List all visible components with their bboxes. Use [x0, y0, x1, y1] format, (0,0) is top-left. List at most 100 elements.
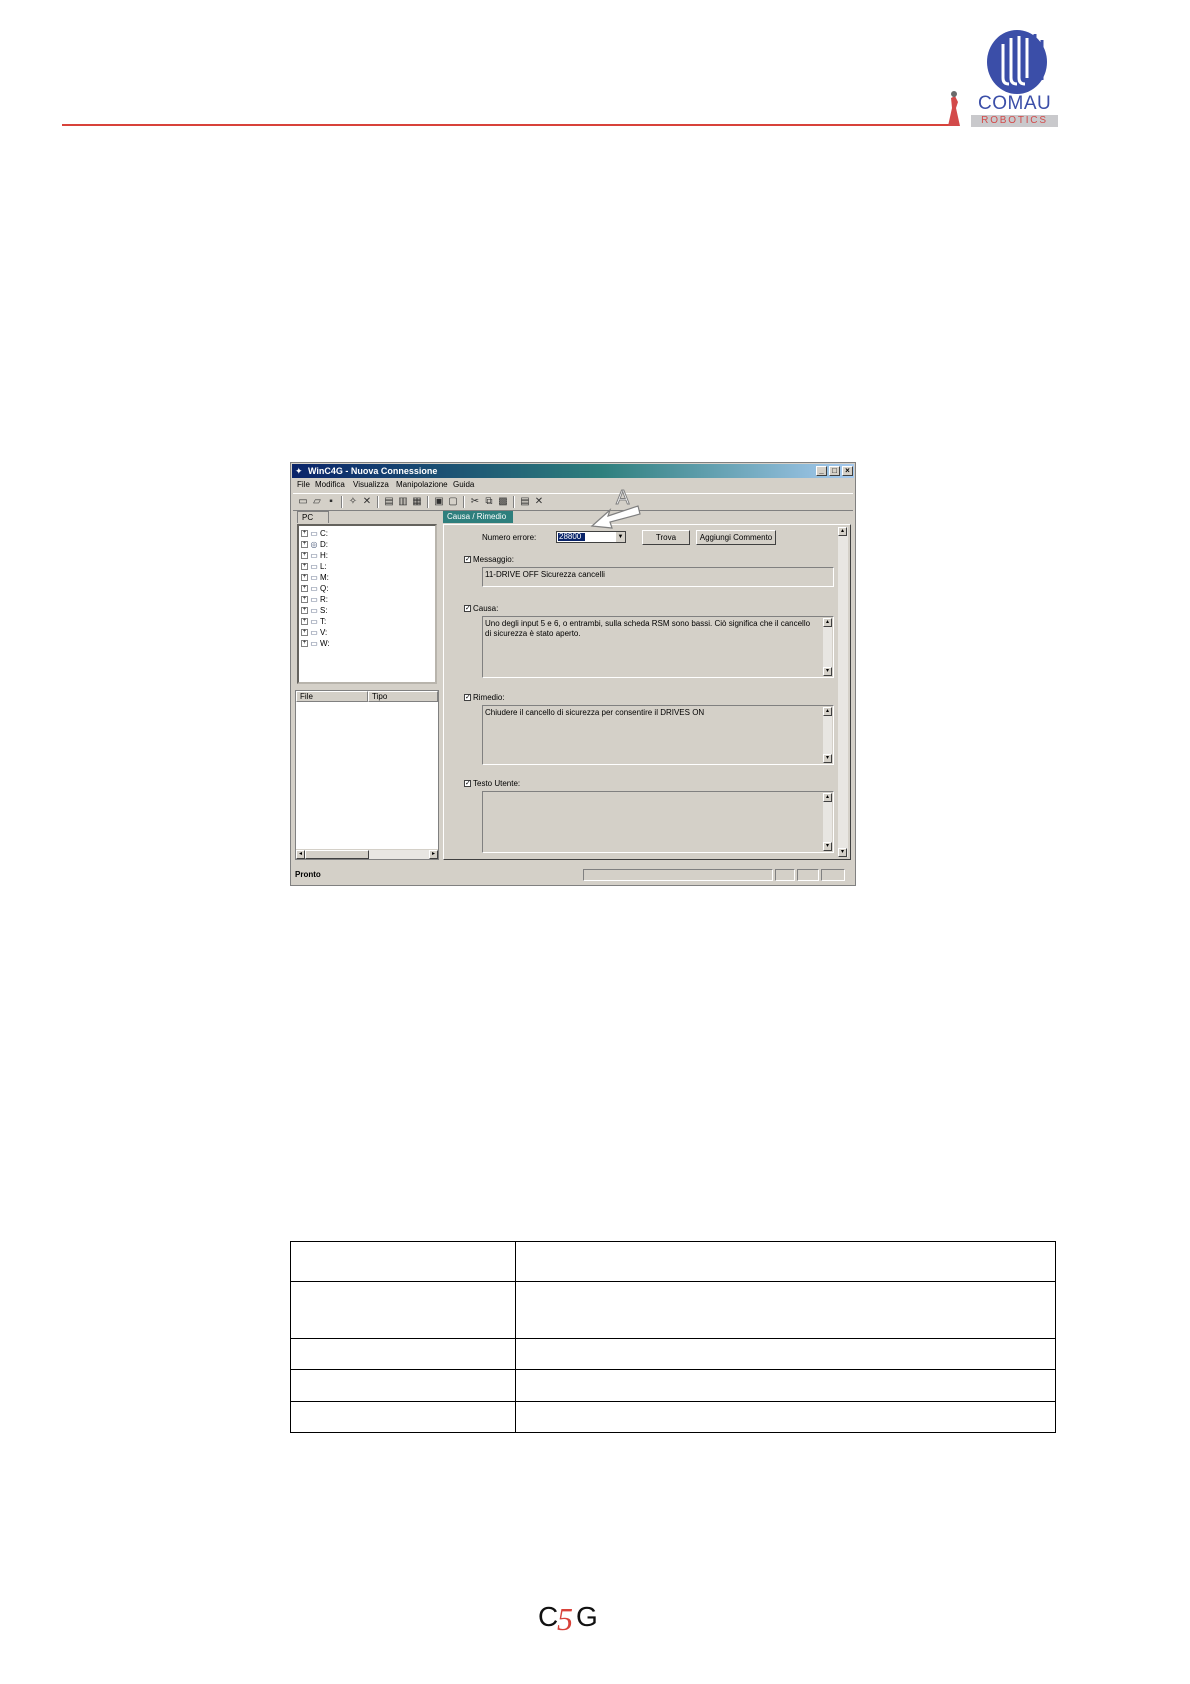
- message-field[interactable]: 11-DRIVE OFF Sicurezza cancelli: [482, 567, 834, 587]
- copy-icon[interactable]: ⧉: [483, 496, 495, 508]
- page-copy-icon[interactable]: ▦: [411, 496, 423, 508]
- annotation-label: A: [616, 488, 630, 509]
- scroll-up-icon[interactable]: ▴: [823, 707, 832, 716]
- scroll-right-icon[interactable]: ▸: [429, 850, 438, 859]
- cause-label[interactable]: ✓ Causa:: [464, 604, 498, 614]
- paste-icon[interactable]: ▩: [497, 496, 509, 508]
- message-label[interactable]: ✓ Messaggio:: [464, 555, 514, 565]
- footer-logo-c: C: [538, 1601, 558, 1632]
- tree-item-h[interactable]: + ▭ H:: [301, 550, 328, 561]
- user-text-label[interactable]: ✓ Testo Utente:: [464, 779, 520, 789]
- user-text-scrollbar[interactable]: ▴ ▾: [823, 793, 832, 851]
- expand-icon[interactable]: +: [301, 640, 308, 648]
- tree-item-c[interactable]: + ▭ C:: [301, 528, 328, 539]
- network-drive-icon: ▭: [310, 595, 318, 604]
- expand-icon[interactable]: +: [301, 596, 308, 604]
- expand-icon[interactable]: +: [301, 585, 308, 593]
- tree-item-w[interactable]: + ▭ W:: [301, 638, 330, 649]
- table-cell: [290, 1338, 516, 1370]
- network-drive-icon: ▭: [310, 584, 318, 593]
- expand-icon[interactable]: +: [301, 563, 308, 571]
- cause-scrollbar[interactable]: ▴ ▾: [823, 618, 832, 676]
- scroll-down-icon[interactable]: ▾: [838, 848, 847, 857]
- expand-icon[interactable]: +: [301, 574, 308, 582]
- table-cell: [290, 1369, 516, 1402]
- annotation-arrow-icon: A: [590, 488, 641, 529]
- expand-icon[interactable]: +: [301, 530, 308, 538]
- checkbox-checked-icon[interactable]: ✓: [464, 605, 471, 613]
- minimize-icon[interactable]: _: [816, 466, 827, 476]
- remedy-label[interactable]: ✓ Rimedio:: [464, 693, 505, 703]
- page-edit-icon[interactable]: ▥: [397, 496, 409, 508]
- cut-icon[interactable]: ✂: [469, 496, 481, 508]
- menu-guida[interactable]: Guida: [453, 480, 474, 490]
- tree-item-l[interactable]: + ▭ L:: [301, 561, 327, 572]
- star-icon[interactable]: ✧: [347, 496, 359, 508]
- page-icon[interactable]: ▤: [383, 496, 395, 508]
- user-text-field[interactable]: ▴ ▾: [482, 791, 834, 853]
- status-bar: Pronto: [293, 867, 853, 883]
- scroll-left-icon[interactable]: ◂: [296, 850, 305, 859]
- menu-file[interactable]: File: [297, 480, 310, 490]
- expand-icon[interactable]: +: [301, 618, 308, 626]
- open-folder-icon[interactable]: ▱: [311, 496, 323, 508]
- properties-icon[interactable]: ▣: [433, 496, 445, 508]
- footer-logo-g: G: [576, 1601, 598, 1632]
- table-cell: [290, 1281, 516, 1339]
- cause-field[interactable]: Uno degli input 5 e 6, o entrambi, sulla…: [482, 616, 834, 678]
- tree-item-t[interactable]: + ▭ T:: [301, 616, 326, 627]
- tree-item-d[interactable]: + ◎ D:: [301, 539, 328, 550]
- error-number-value: 28800: [558, 533, 585, 541]
- scroll-up-icon[interactable]: ▴: [823, 618, 832, 627]
- expand-icon[interactable]: +: [301, 552, 308, 560]
- remedy-field[interactable]: Chiudere il cancello di sicurezza per co…: [482, 705, 834, 765]
- add-comment-button[interactable]: Aggiungi Commento: [696, 530, 776, 545]
- scroll-thumb[interactable]: [305, 850, 369, 859]
- menu-manipolazione[interactable]: Manipolazione: [396, 480, 448, 490]
- tree-item-m[interactable]: + ▭ M:: [301, 572, 329, 583]
- drive-icon: ▭: [310, 529, 318, 538]
- tree-item-r[interactable]: + ▭ R:: [301, 594, 328, 605]
- find-button[interactable]: Trova: [642, 530, 690, 545]
- delete-icon[interactable]: ✕: [533, 496, 545, 508]
- form-area: Numero errore: 28800 ▼ Trova Aggiungi Co…: [443, 524, 851, 860]
- toolbar: ▭ ▱ ▪ ✧ ✕ ▤ ▥ ▦ ▣ ▢ ✂ ⧉ ▩ ▤ ✕: [293, 493, 853, 511]
- remedy-scrollbar[interactable]: ▴ ▾: [823, 707, 832, 763]
- scroll-down-icon[interactable]: ▾: [823, 667, 832, 676]
- close-icon[interactable]: ×: [842, 466, 853, 476]
- expand-icon[interactable]: +: [301, 629, 308, 637]
- print-icon[interactable]: ▢: [447, 496, 459, 508]
- tab-causa-rimedio[interactable]: Causa / Rimedio: [443, 511, 513, 523]
- checkbox-checked-icon[interactable]: ✓: [464, 694, 471, 702]
- scroll-up-icon[interactable]: ▴: [823, 793, 832, 802]
- new-file-icon[interactable]: ▭: [297, 496, 309, 508]
- menu-modifica[interactable]: Modifica: [315, 480, 345, 490]
- c5g-logo-icon: C 5 G: [538, 1601, 598, 1632]
- save-icon[interactable]: ▪: [325, 496, 337, 508]
- scroll-down-icon[interactable]: ▾: [823, 754, 832, 763]
- expand-icon[interactable]: +: [301, 541, 308, 549]
- scroll-up-icon[interactable]: ▴: [838, 527, 847, 536]
- pc-tab[interactable]: PC: [297, 511, 329, 523]
- checkbox-checked-icon[interactable]: ✓: [464, 556, 471, 564]
- file-list[interactable]: File Tipo ◂ ▸: [295, 690, 439, 860]
- checkbox-checked-icon[interactable]: ✓: [464, 780, 471, 788]
- title-bar[interactable]: ✦ WinC4G - Nuova Connessione _ □ ×: [292, 464, 854, 478]
- tree-item-v[interactable]: + ▭ V:: [301, 627, 327, 638]
- compile-icon[interactable]: ▤: [519, 496, 531, 508]
- expand-icon[interactable]: +: [301, 607, 308, 615]
- table-cell: [515, 1338, 1056, 1370]
- column-tipo[interactable]: Tipo: [368, 691, 438, 702]
- column-file[interactable]: File: [296, 691, 368, 702]
- error-number-label: Numero errore:: [482, 533, 537, 542]
- tree-item-q[interactable]: + ▭ Q:: [301, 583, 328, 594]
- disconnect-icon[interactable]: ✕: [361, 496, 373, 508]
- window-title: WinC4G - Nuova Connessione: [308, 466, 438, 476]
- scroll-down-icon[interactable]: ▾: [823, 842, 832, 851]
- menu-visualizza[interactable]: Visualizza: [353, 480, 389, 490]
- maximize-icon[interactable]: □: [829, 466, 840, 476]
- blank-table: [290, 1241, 1056, 1433]
- form-scrollbar[interactable]: ▴ ▾: [838, 527, 848, 857]
- tree-item-s[interactable]: + ▭ S:: [301, 605, 328, 616]
- horizontal-scrollbar[interactable]: ◂ ▸: [296, 849, 438, 859]
